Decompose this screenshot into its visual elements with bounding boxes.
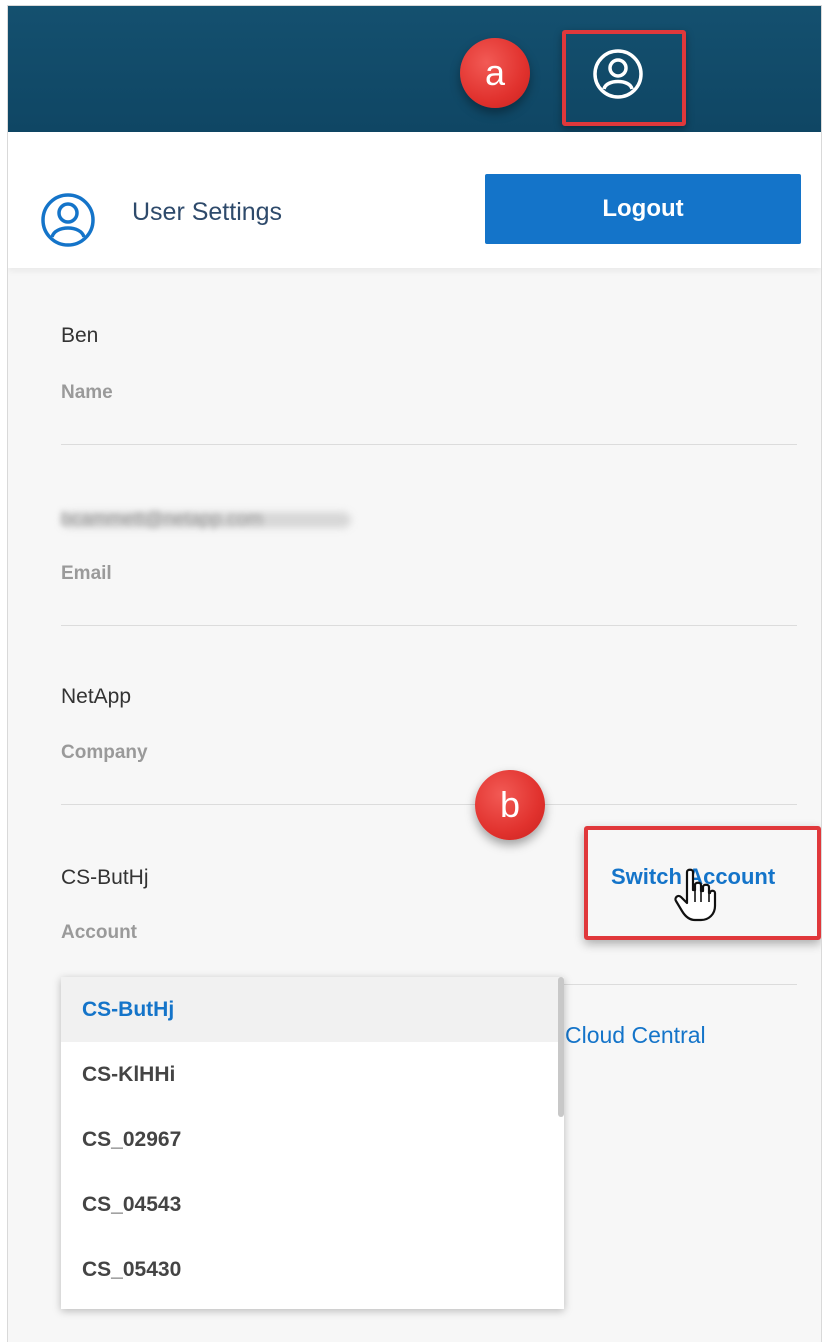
divider xyxy=(61,444,797,445)
divider xyxy=(564,984,797,985)
email-label-wrap: Email xyxy=(61,563,797,585)
account-option[interactable]: CS_04543 xyxy=(61,1172,564,1237)
company-label-wrap: Company xyxy=(61,742,797,764)
email-label: Email xyxy=(61,563,112,584)
company-field: NetApp xyxy=(61,685,797,709)
cloud-central-link[interactable]: Cloud Central xyxy=(565,1022,706,1049)
user-circle-icon xyxy=(41,193,95,247)
divider xyxy=(61,804,797,805)
account-dropdown[interactable]: CS-ButHj CS-KlHHi CS_02967 CS_04543 CS_0… xyxy=(61,977,564,1309)
user-settings-header: User Settings Logout xyxy=(8,132,821,268)
logout-button[interactable]: Logout xyxy=(485,174,801,244)
account-option[interactable]: CS_02967 xyxy=(61,1107,564,1172)
name-value: Ben xyxy=(61,324,99,347)
company-value: NetApp xyxy=(61,685,132,708)
app-frame: a User Settings Logout Ben Name bcammett… xyxy=(8,6,821,1342)
top-bar: a xyxy=(8,6,821,132)
email-value: bcammett@netapp.com xyxy=(61,509,263,530)
company-label: Company xyxy=(61,742,148,763)
callout-badge-b: b xyxy=(475,770,545,840)
divider xyxy=(61,625,797,626)
account-option[interactable]: CS-ButHj xyxy=(61,977,564,1042)
callout-badge-a: a xyxy=(460,38,530,108)
hand-pointer-icon xyxy=(674,868,717,922)
page-title: User Settings xyxy=(132,198,283,226)
name-label-wrap: Name xyxy=(61,382,797,404)
user-circle-icon xyxy=(593,49,643,99)
name-field: Ben xyxy=(61,324,797,348)
account-option[interactable]: CS-KlHHi xyxy=(61,1042,564,1107)
dropdown-scrollbar[interactable] xyxy=(558,977,564,1117)
name-label: Name xyxy=(61,382,113,403)
user-menu-button[interactable] xyxy=(592,48,644,100)
account-option[interactable]: CS_05430 xyxy=(61,1237,564,1302)
